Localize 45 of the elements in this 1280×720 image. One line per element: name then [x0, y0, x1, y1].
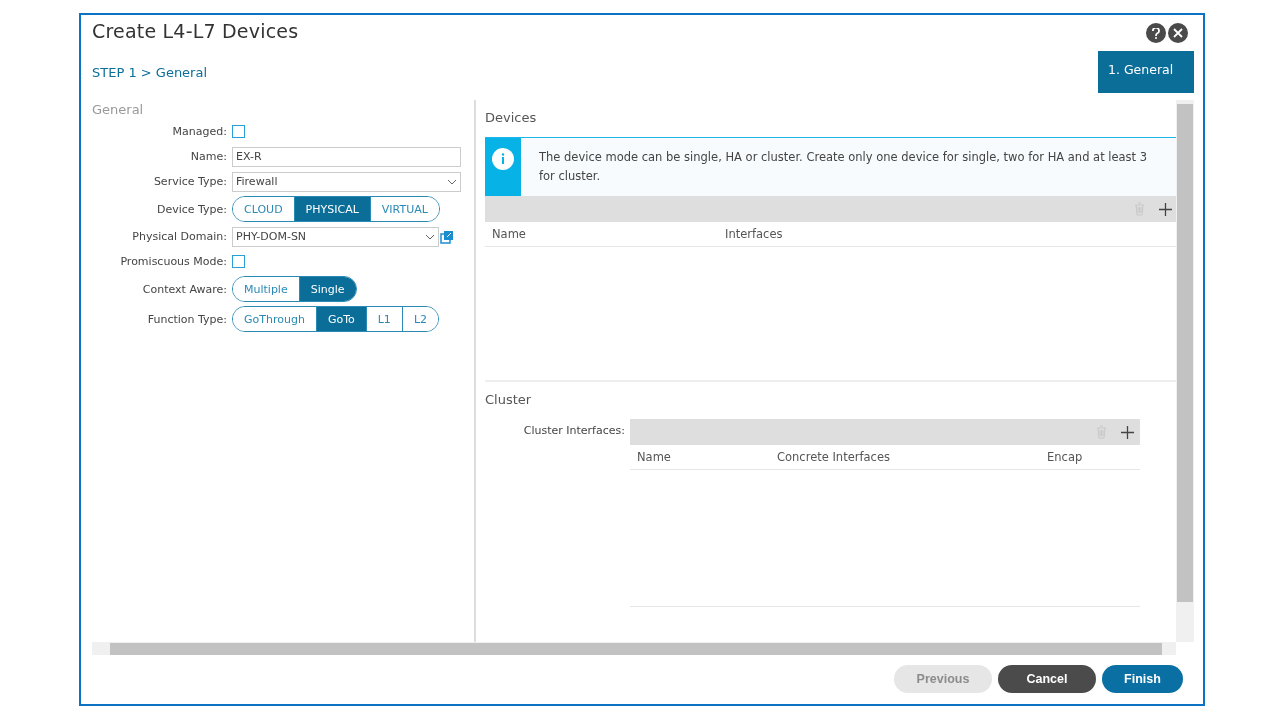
dropdown-caret-icon[interactable] — [447, 178, 457, 185]
add-icon[interactable] — [1121, 425, 1134, 439]
open-window-icon[interactable] — [440, 229, 454, 244]
vertical-scrollbar[interactable] — [1176, 100, 1194, 642]
field-label: Cluster Interfaces: — [522, 423, 626, 439]
field-label: Device Type: — [155, 202, 228, 216]
section-title: General — [92, 102, 145, 117]
horizontal-scrollbar[interactable] — [92, 642, 1176, 655]
text-field[interactable]: EX-R — [232, 146, 461, 167]
section-title: Cluster — [485, 392, 533, 407]
close-icon — [1173, 28, 1183, 38]
add-icon[interactable] — [1159, 202, 1172, 216]
help-icon — [1152, 27, 1160, 39]
dropdown-caret-icon[interactable] — [425, 233, 435, 240]
checkbox[interactable] — [232, 255, 245, 268]
field-label: Name: — [189, 150, 228, 163]
column-header: Encap — [1046, 450, 1083, 464]
select-field[interactable]: PHY-DOM-SN — [232, 226, 439, 247]
field-label: Function Type: — [146, 312, 228, 326]
segment-option[interactable]: GoTo — [315, 307, 366, 331]
help-button[interactable] — [1146, 23, 1166, 43]
select-field[interactable]: Firewall — [232, 171, 461, 192]
info-icon — [492, 148, 514, 170]
segment-option[interactable]: PHYSICAL — [293, 197, 370, 221]
info-text: The device mode can be single, HA or cluster. Create only one device for single, two for HA and at least 3 for cluster. — [538, 149, 1149, 185]
field-label: Service Type: — [152, 175, 228, 188]
column-header: Concrete Interfaces — [776, 450, 891, 464]
column-header: Interfaces — [724, 227, 783, 241]
segment-option[interactable]: VIRTUAL — [369, 197, 439, 221]
section-title: Devices — [485, 110, 538, 125]
field-label: Context Aware: — [141, 282, 228, 296]
breadcrumb: STEP 1 > General — [92, 65, 209, 80]
field-label: Promiscuous Mode: — [119, 255, 228, 268]
segment-option[interactable]: L2 — [401, 307, 438, 331]
column-header: Name — [636, 450, 672, 464]
segment-option[interactable]: Single — [298, 277, 356, 301]
field-label: Managed: — [171, 125, 228, 138]
checkbox[interactable] — [232, 125, 245, 138]
window-title: Create L4-L7 Devices — [92, 19, 299, 42]
footer-button[interactable]: Finish — [1102, 665, 1183, 693]
step-tab[interactable]: 1. General — [1098, 51, 1194, 93]
close-button[interactable] — [1168, 23, 1188, 43]
footer-button[interactable]: Cancel — [998, 665, 1096, 693]
column-header: Name — [491, 227, 527, 241]
field-label: Physical Domain: — [131, 230, 228, 243]
